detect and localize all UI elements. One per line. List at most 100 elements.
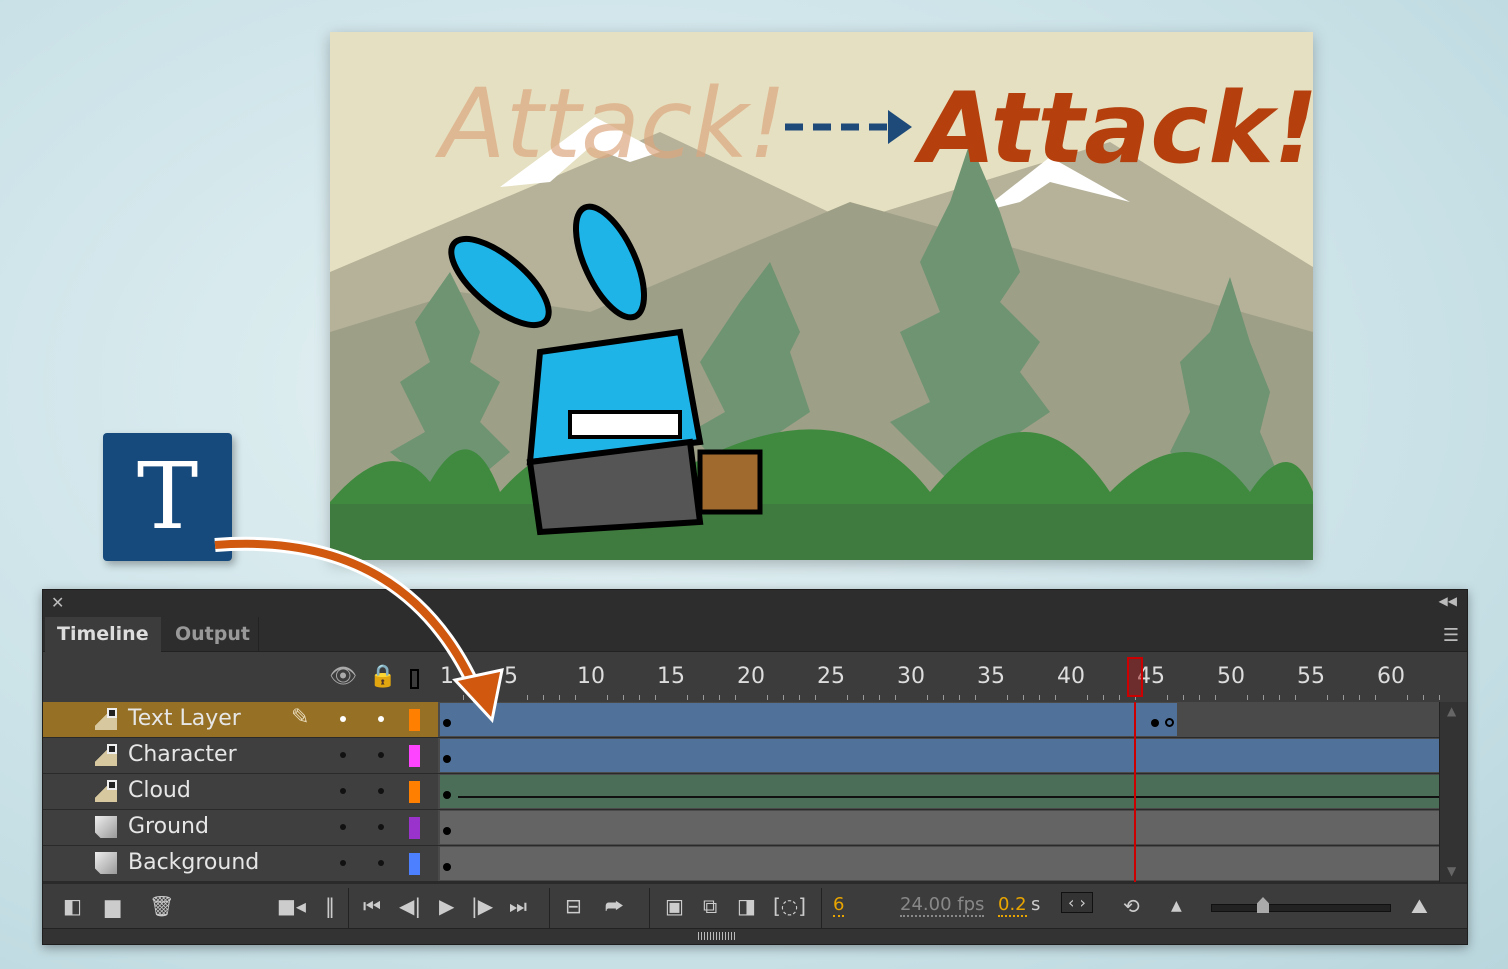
zoom-in-icon[interactable]: ⛰ <box>1411 894 1428 918</box>
frame-span[interactable] <box>440 775 1449 808</box>
keyframe[interactable] <box>443 791 451 799</box>
outline-color-swatch[interactable] <box>409 853 420 875</box>
resize-handle[interactable] <box>43 928 1467 944</box>
ruler-tick <box>1439 695 1440 700</box>
ruler-tick <box>687 695 688 700</box>
lock-dot[interactable] <box>378 788 384 794</box>
camera-icon[interactable]: ■◂ <box>277 894 306 918</box>
ruler-tick <box>847 695 848 700</box>
empty-keyframe[interactable] <box>1165 718 1174 727</box>
frame-span[interactable] <box>440 847 1449 880</box>
fit-frames-button[interactable]: ‹ › <box>1061 892 1093 913</box>
layer-row[interactable]: Cloud <box>43 774 438 810</box>
scroll-down-icon[interactable]: ▼ <box>1447 864 1456 878</box>
ruler-tick <box>863 695 864 700</box>
ruler-label: 35 <box>977 664 1005 689</box>
ruler-tick <box>927 695 928 700</box>
ruler-tick <box>1087 695 1088 700</box>
layer-name[interactable]: Background <box>128 850 259 875</box>
ruler-tick <box>1039 695 1040 700</box>
ruler-tick <box>719 695 720 700</box>
loop-export-icon[interactable]: ⮫ <box>605 894 624 918</box>
edit-multiple-frames-icon[interactable]: ◨ <box>737 894 756 918</box>
layer-depth-icon[interactable]: ‖ <box>325 894 335 918</box>
frame-rate[interactable]: 24.00 fps <box>900 894 984 917</box>
loop-icon[interactable]: ⟲ <box>1123 894 1140 918</box>
outline-color-swatch[interactable] <box>409 745 420 767</box>
keyframe[interactable] <box>443 755 451 763</box>
vertical-scrollbar[interactable]: ▲ ▼ <box>1439 702 1467 882</box>
frame-row[interactable] <box>438 774 1441 810</box>
visibility-dot[interactable] <box>340 752 346 758</box>
layer-icon <box>95 852 117 874</box>
tab-timeline[interactable]: Timeline <box>45 617 161 652</box>
text-tool-glyph: T <box>137 443 198 550</box>
frame-row[interactable] <box>438 738 1441 774</box>
frame-grid[interactable] <box>438 702 1441 882</box>
lock-dot[interactable] <box>378 752 384 758</box>
keyframe[interactable] <box>443 863 451 871</box>
layer-name[interactable]: Character <box>128 742 237 767</box>
ruler-tick <box>1183 695 1184 700</box>
ruler-tick <box>1119 695 1120 700</box>
ruler-tick <box>1295 695 1296 700</box>
visibility-dot[interactable] <box>340 788 346 794</box>
tween-layer-icon <box>95 780 117 802</box>
outline-color-swatch[interactable] <box>409 781 420 803</box>
illustration-scene: Attack! Attack! <box>330 32 1313 560</box>
ruler-tick <box>1343 695 1344 700</box>
slider-thumb[interactable] <box>1257 897 1269 913</box>
new-layer-icon[interactable]: ◧ <box>63 894 82 918</box>
current-frame[interactable]: 6 <box>833 894 844 917</box>
lock-dot[interactable] <box>378 824 384 830</box>
elapsed-time[interactable]: 0.2 <box>998 894 1027 917</box>
layer-row[interactable]: Background <box>43 846 438 882</box>
panel-menu-icon[interactable]: ☰ <box>1443 625 1459 646</box>
property-keyframe[interactable] <box>1151 719 1159 727</box>
outline-color-swatch[interactable] <box>409 817 420 839</box>
layer-row[interactable]: Ground <box>43 810 438 846</box>
ruler-tick <box>1327 695 1328 700</box>
close-icon[interactable]: ✕ <box>51 593 64 612</box>
delete-layer-icon[interactable]: 🗑 <box>149 894 174 918</box>
ruler-tick <box>1055 695 1056 700</box>
frame-row[interactable] <box>438 702 1441 738</box>
layer-name[interactable]: Cloud <box>128 778 191 803</box>
frame-span[interactable] <box>440 703 1177 736</box>
attack-text-faded: Attack! <box>434 68 787 180</box>
collapse-panel-icon[interactable]: ◀◀ <box>1439 594 1457 608</box>
frame-zoom-slider[interactable] <box>1211 904 1391 912</box>
frame-ruler[interactable]: 151015202530354045505560 <box>438 652 1441 702</box>
frame-span[interactable] <box>440 811 1449 844</box>
onion-skin-outlines-icon[interactable]: ⧉ <box>703 894 717 918</box>
play-icon[interactable]: ▶ <box>439 894 454 918</box>
ruler-tick <box>735 695 736 700</box>
lock-dot[interactable] <box>378 860 384 866</box>
layer-name[interactable]: Ground <box>128 814 209 839</box>
center-frame-icon[interactable]: ⊟ <box>565 894 582 918</box>
modify-onion-markers-icon[interactable]: [◌] <box>773 894 806 918</box>
tween-layer-icon <box>95 744 117 766</box>
visibility-dot[interactable] <box>340 824 346 830</box>
frame-row[interactable] <box>438 810 1441 846</box>
first-frame-icon[interactable]: ⏮ <box>363 894 381 918</box>
visibility-dot[interactable] <box>340 860 346 866</box>
layer-row[interactable]: Character <box>43 738 438 774</box>
ruler-tick <box>1279 695 1280 700</box>
zoom-out-icon[interactable]: ▲ <box>1171 898 1182 914</box>
ruler-tick <box>543 695 544 700</box>
frame-row[interactable] <box>438 846 1441 882</box>
keyframe[interactable] <box>443 827 451 835</box>
step-back-icon[interactable]: ◀| <box>399 894 421 918</box>
scroll-up-icon[interactable]: ▲ <box>1447 704 1456 718</box>
new-folder-icon[interactable]: ▆ <box>105 894 120 918</box>
playhead-marker[interactable] <box>1127 657 1143 697</box>
onion-skin-icon[interactable]: ▣ <box>665 894 684 918</box>
last-frame-icon[interactable]: ⏭ <box>509 894 527 918</box>
frame-span[interactable] <box>440 739 1449 772</box>
ruler-tick <box>799 695 800 700</box>
ruler-tick <box>815 695 816 700</box>
playhead-line[interactable] <box>1134 702 1136 882</box>
step-forward-icon[interactable]: |▶ <box>471 894 493 918</box>
ruler-label: 30 <box>897 664 925 689</box>
